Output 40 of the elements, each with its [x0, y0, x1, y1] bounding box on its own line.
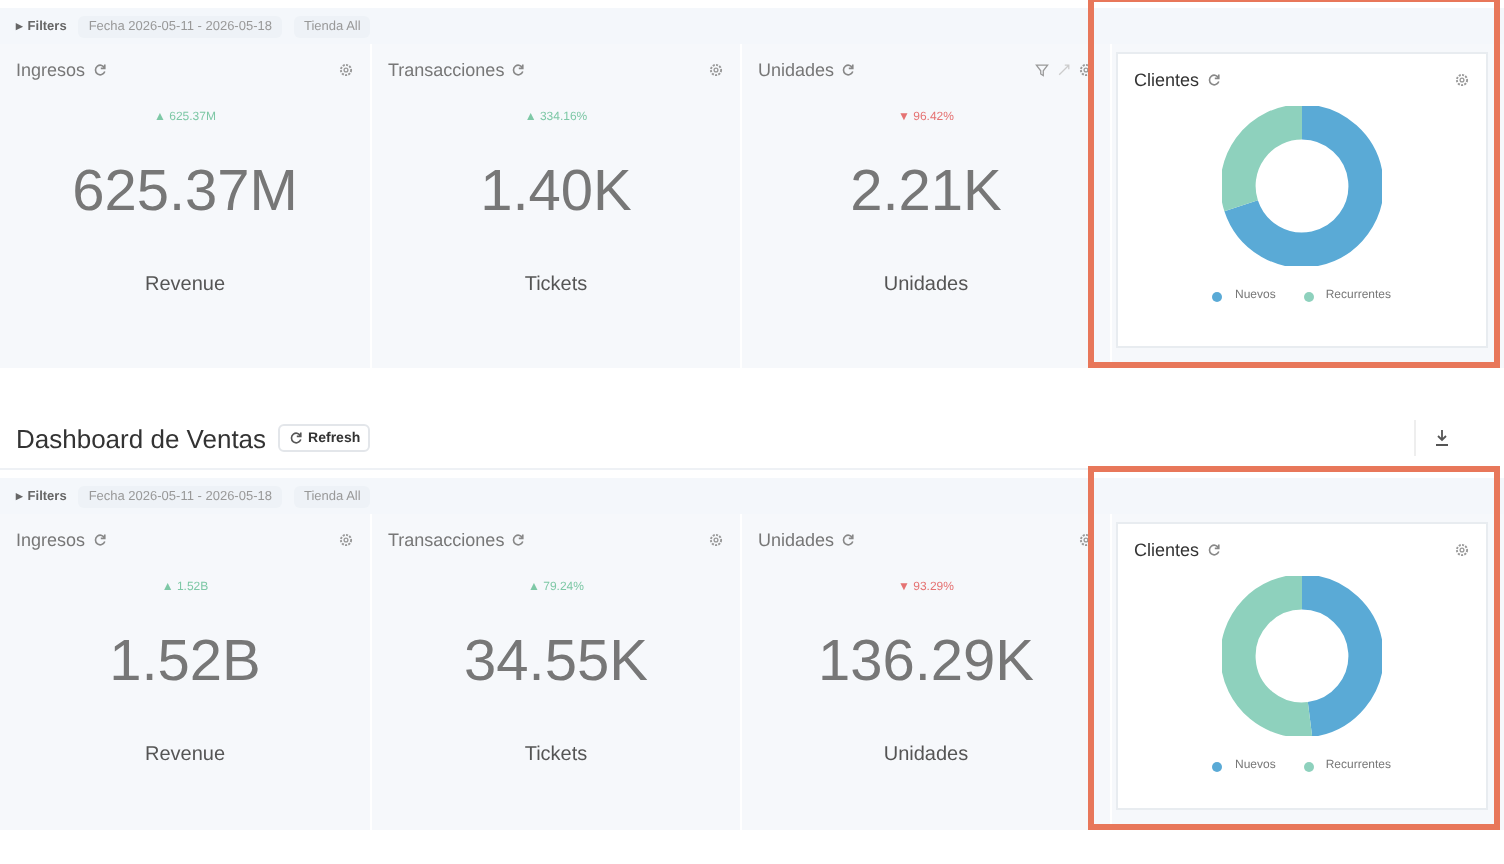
card-title: Unidades	[758, 60, 835, 80]
metric-value: 1.40K	[480, 160, 632, 226]
settings-icon[interactable]	[1078, 532, 1094, 548]
metric-value: 2.21K	[850, 160, 1002, 226]
settings-icon[interactable]	[338, 532, 354, 548]
card-title: Unidades	[758, 530, 835, 550]
dashboard-title: Dashboard de Ventas	[16, 423, 267, 453]
metric-label: Revenue	[144, 274, 226, 296]
metric-label: Tickets	[524, 274, 588, 296]
card-title: Transacciones	[388, 530, 505, 550]
settings-icon[interactable]	[708, 62, 724, 78]
metric-label: Revenue	[144, 744, 226, 766]
refresh-icon[interactable]	[1205, 542, 1222, 558]
refresh-icon	[288, 430, 305, 446]
settings-icon[interactable]	[338, 62, 354, 78]
metric-value: 136.29K	[817, 630, 1035, 696]
expand-icon[interactable]	[1056, 62, 1072, 78]
refresh-icon[interactable]	[1205, 72, 1222, 88]
metric-value: 625.37M	[72, 160, 298, 226]
refresh-icon[interactable]	[840, 62, 857, 78]
card-title: Clientes	[1134, 70, 1200, 90]
refresh-icon[interactable]	[840, 532, 857, 548]
refresh-icon[interactable]	[510, 62, 527, 78]
settings-icon[interactable]	[708, 532, 724, 548]
filter-icon[interactable]	[1034, 62, 1050, 78]
card-title: Ingresos	[16, 60, 86, 80]
settings-icon[interactable]	[1078, 62, 1094, 78]
metric-value: 1.52B	[109, 630, 261, 696]
metric-label: Unidades	[883, 744, 969, 766]
refresh-icon[interactable]	[510, 532, 527, 548]
settings-icon[interactable]	[1454, 542, 1470, 558]
card-title: Ingresos	[16, 530, 86, 550]
refresh-icon[interactable]	[91, 532, 108, 548]
metric-label: Unidades	[883, 274, 969, 296]
settings-icon[interactable]	[1454, 72, 1470, 88]
metric-value: 34.55K	[464, 630, 648, 696]
card-title: Clientes	[1134, 540, 1200, 560]
metric-label: Tickets	[524, 744, 588, 766]
refresh-icon[interactable]	[91, 62, 108, 78]
card-title: Transacciones	[388, 60, 505, 80]
